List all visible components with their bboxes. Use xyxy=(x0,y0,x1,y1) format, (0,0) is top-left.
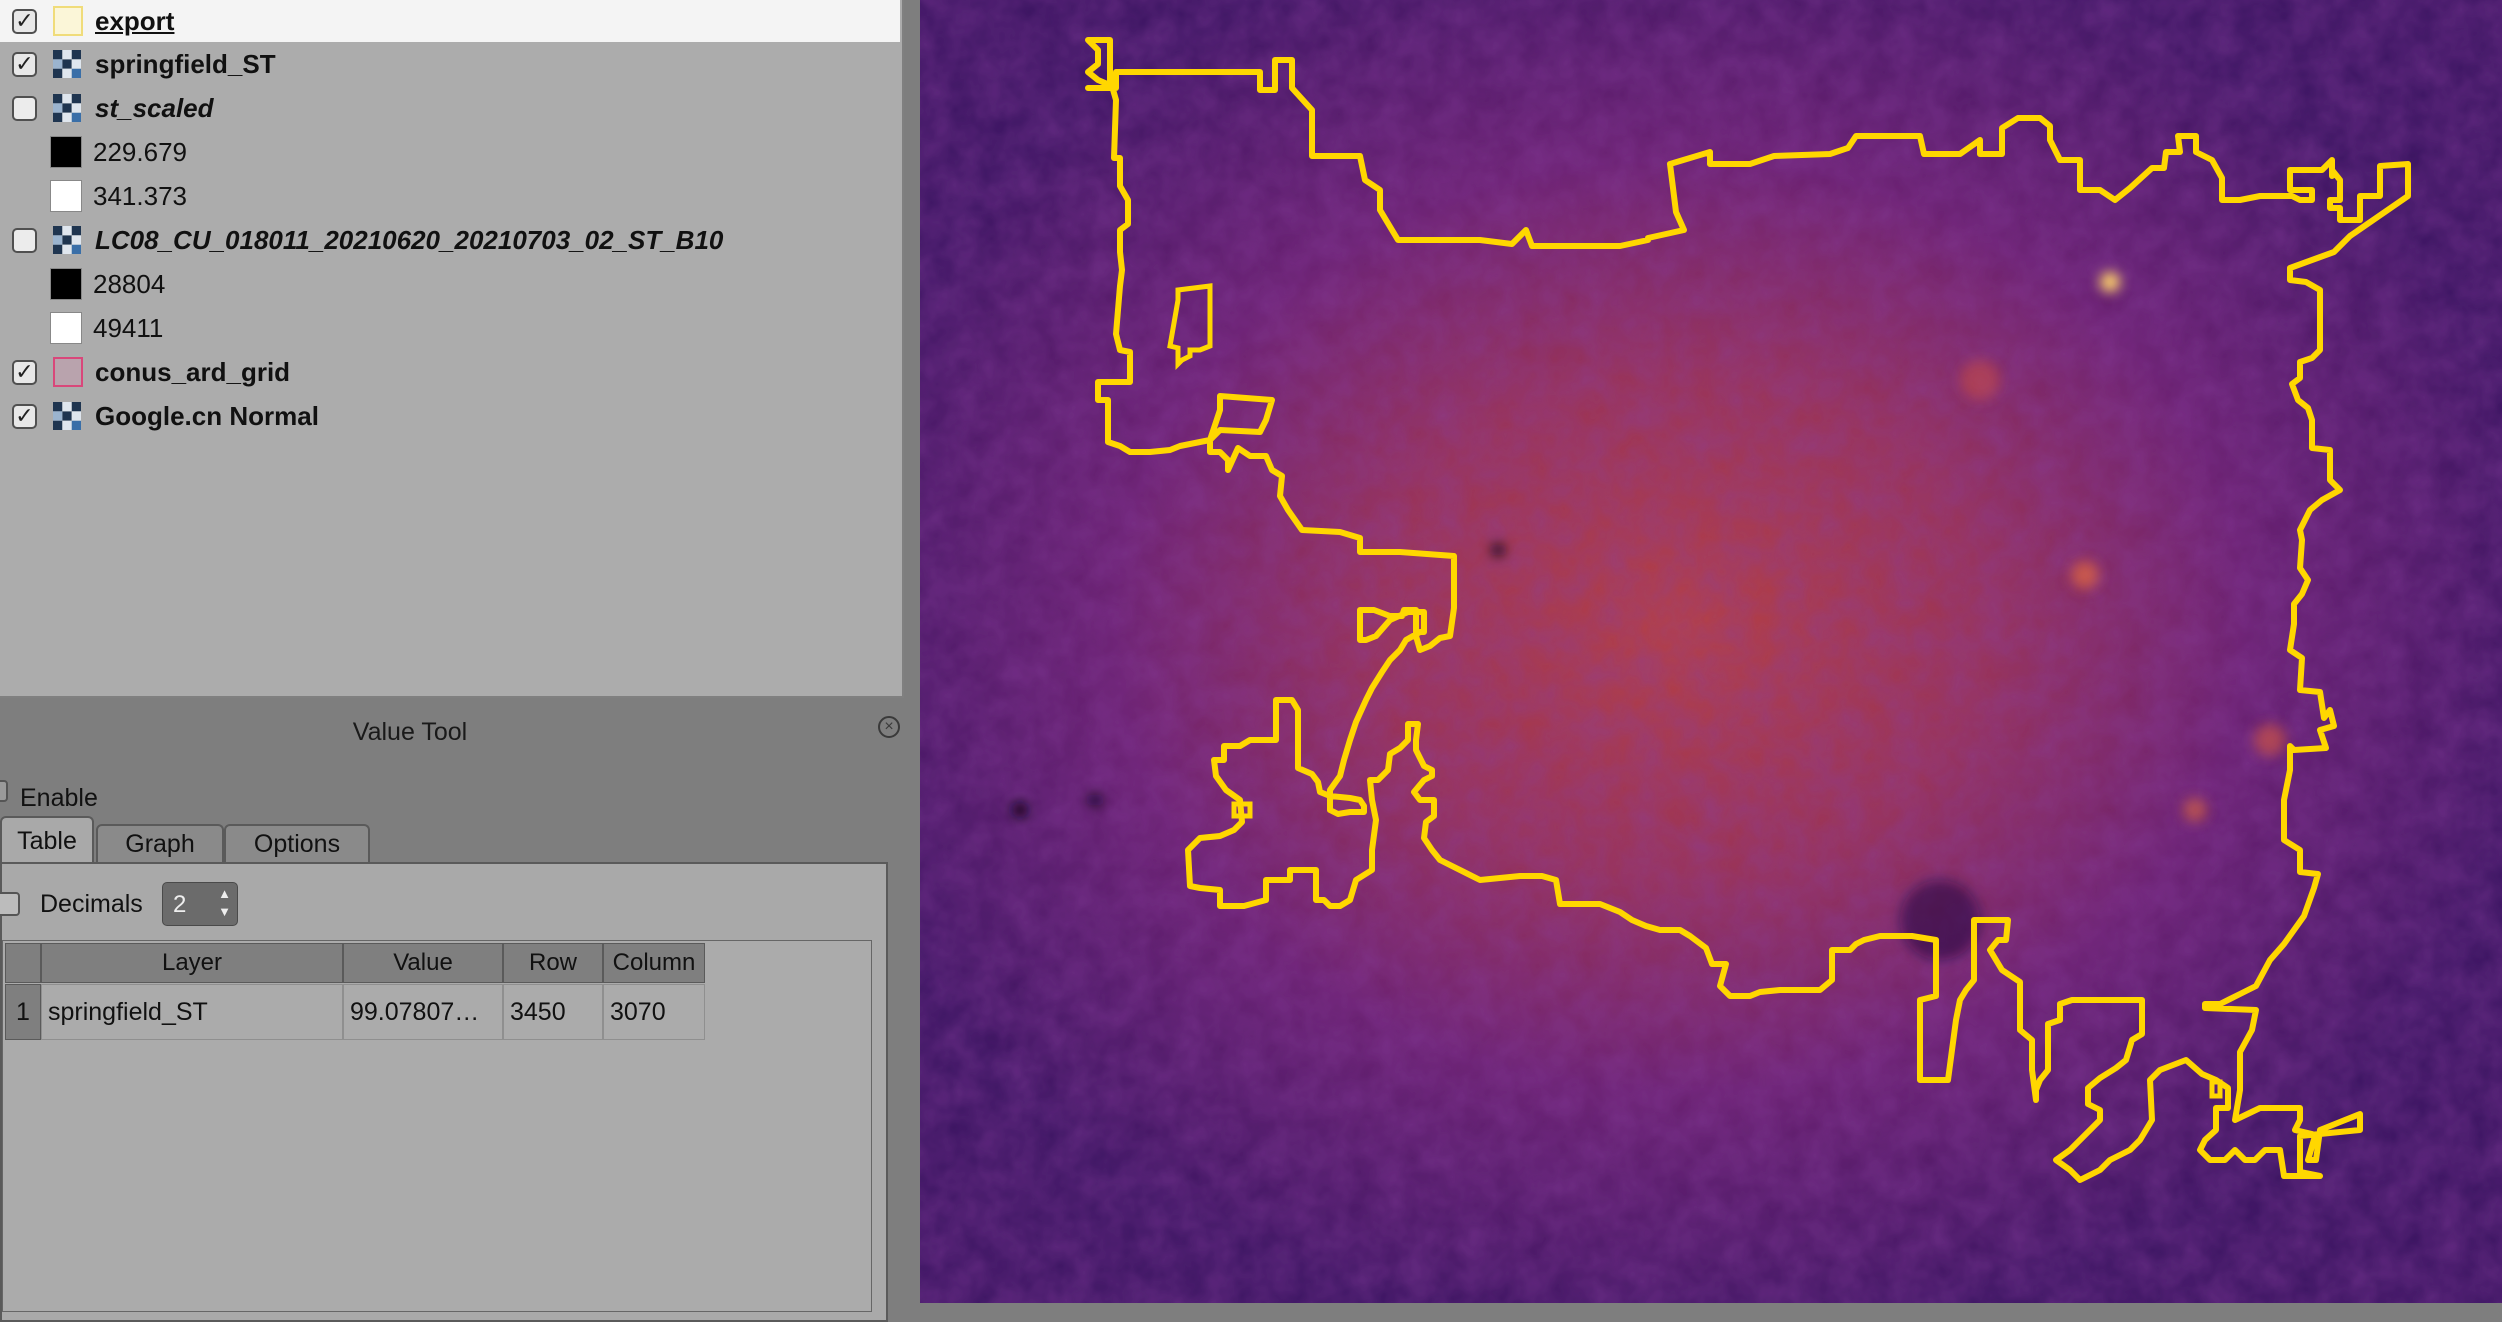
layer-checkbox-springfield-st[interactable]: ✓ xyxy=(12,51,37,77)
layer-row-st-scaled[interactable]: st_scaled xyxy=(0,86,900,130)
cell-layer: springfield_ST xyxy=(41,984,343,1040)
tab-graph[interactable]: Graph xyxy=(96,824,224,862)
decimals-spinbox[interactable]: 2 ▲ ▼ xyxy=(162,882,238,926)
splitter[interactable] xyxy=(904,0,920,1303)
values-table: Layer Value Row Column 1 springfield_ST … xyxy=(2,940,872,1312)
layer-name-export: export xyxy=(95,5,175,36)
raster-icon xyxy=(53,50,81,78)
layer-name-st-scaled: st_scaled xyxy=(95,92,214,123)
legend-label: 341.373 xyxy=(93,180,187,211)
legend-row-min: 229.679 xyxy=(0,130,900,174)
layer-row-export[interactable]: ✓ export xyxy=(0,0,900,42)
legend-label: 49411 xyxy=(93,312,164,343)
vector-polygon-icon xyxy=(53,6,83,36)
decimals-checkbox[interactable] xyxy=(0,892,20,916)
legend-row-max: 49411 xyxy=(0,306,900,350)
legend-label: 229.679 xyxy=(93,136,187,167)
legend-swatch-white xyxy=(50,312,82,344)
enable-label: Enable xyxy=(20,784,98,812)
legend-swatch-white xyxy=(50,180,82,212)
decimals-label: Decimals xyxy=(40,890,143,918)
panel-title: Value Tool xyxy=(352,718,468,746)
tab-table[interactable]: Table xyxy=(0,816,94,864)
raster-icon xyxy=(53,226,81,254)
legend-swatch-black xyxy=(50,268,82,300)
layer-row-lc08[interactable]: LC08_CU_018011_20210620_20210703_02_ST_B… xyxy=(0,218,900,262)
close-icon[interactable]: × xyxy=(878,716,900,738)
layer-name-google-cn: Google.cn Normal xyxy=(95,400,319,431)
decimals-value: 2 xyxy=(173,891,187,918)
cell-row: 3450 xyxy=(503,984,603,1040)
layer-name-lc08: LC08_CU_018011_20210620_20210703_02_ST_B… xyxy=(95,224,724,255)
layer-row-google-cn[interactable]: ✓ Google.cn Normal xyxy=(0,394,900,438)
raster-icon xyxy=(53,94,81,122)
layer-checkbox-lc08[interactable] xyxy=(12,227,37,253)
row-index: 1 xyxy=(5,984,41,1040)
map-canvas[interactable] xyxy=(920,0,2502,1303)
layer-name-springfield-st: springfield_ST xyxy=(95,48,276,79)
column-header-column[interactable]: Column xyxy=(603,943,705,983)
layer-checkbox-st-scaled[interactable] xyxy=(12,95,37,121)
value-tool-panel: Value Tool × Enable Table Graph Options … xyxy=(0,700,920,1322)
legend-row-max: 341.373 xyxy=(0,174,900,218)
table-corner xyxy=(5,943,41,983)
cell-value: 99.07807… xyxy=(343,984,503,1040)
column-header-value[interactable]: Value xyxy=(343,943,503,983)
legend-swatch-black xyxy=(50,136,82,168)
column-header-row[interactable]: Row xyxy=(503,943,603,983)
layer-checkbox-google-cn[interactable]: ✓ xyxy=(12,403,37,429)
legend-label: 28804 xyxy=(93,268,166,299)
raster-icon xyxy=(53,402,81,430)
layer-checkbox-conus-ard-grid[interactable]: ✓ xyxy=(12,359,37,385)
column-header-layer[interactable]: Layer xyxy=(41,943,343,983)
layers-panel: ✓ export ✓ springfield_ST st_scaled 229.… xyxy=(0,0,904,698)
spin-arrows-icon[interactable]: ▲ ▼ xyxy=(218,885,231,921)
layer-row-conus-ard-grid[interactable]: ✓ conus_ard_grid xyxy=(0,350,900,394)
vector-polygon-icon xyxy=(53,357,83,387)
tab-options[interactable]: Options xyxy=(224,824,370,862)
cell-column: 3070 xyxy=(603,984,705,1040)
layer-checkbox-export[interactable]: ✓ xyxy=(12,8,37,34)
enable-checkbox[interactable] xyxy=(0,780,8,802)
layer-name-conus-ard-grid: conus_ard_grid xyxy=(95,356,291,387)
legend-row-min: 28804 xyxy=(0,262,900,306)
layer-row-springfield-st[interactable]: ✓ springfield_ST xyxy=(0,42,900,86)
